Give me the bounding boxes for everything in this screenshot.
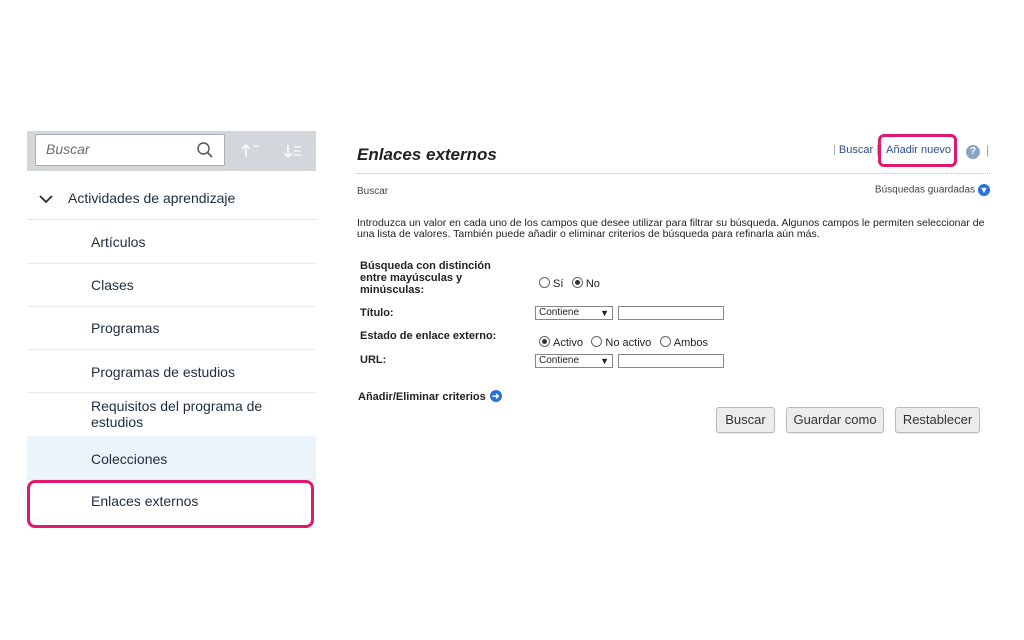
arrow-right-circle-icon[interactable]: ➜ xyxy=(489,390,502,402)
radio-active-label: Activo xyxy=(553,337,583,349)
sort-ascending-icon[interactable] xyxy=(240,141,262,161)
url-input[interactable] xyxy=(618,354,724,368)
sidebar-toolbar xyxy=(27,131,316,171)
page-title: Enlaces externos xyxy=(357,145,497,164)
sidebar-item-label: Colecciones xyxy=(91,451,168,467)
add-remove-criteria-link[interactable]: Añadir/Eliminar criterios ➜ xyxy=(358,390,502,403)
sidebar-item-label: Programas de estudios xyxy=(91,364,235,380)
chevron-down-icon[interactable] xyxy=(39,192,53,206)
save-as-button[interactable]: Guardar como xyxy=(786,407,884,433)
radio-yes[interactable] xyxy=(539,277,550,288)
saved-searches-label: Búsquedas guardadas xyxy=(874,184,975,196)
search-icon[interactable] xyxy=(196,141,214,159)
reset-button[interactable]: Restablecer xyxy=(895,407,980,433)
status-options: Activo No activo Ambos xyxy=(539,333,712,351)
search-button[interactable]: Buscar xyxy=(716,407,775,433)
section-label: Buscar xyxy=(357,186,389,197)
case-sensitive-label: Búsqueda con distinción entre mayúsculas… xyxy=(360,260,491,296)
sidebar-item-articles[interactable]: Artículos xyxy=(27,220,316,264)
sidebar-item-curricula[interactable]: Programas de estudios xyxy=(27,349,316,393)
radio-inactive-label: No activo xyxy=(605,337,652,349)
radio-yes-label: Sí xyxy=(553,278,564,290)
sidebar-item-classes[interactable]: Clases xyxy=(27,263,316,307)
chevron-down-icon: ▼ xyxy=(600,356,609,366)
title-input[interactable] xyxy=(618,306,724,320)
sidebar-item-programs[interactable]: Programas xyxy=(27,306,316,350)
separator: | xyxy=(986,143,990,157)
separator: | xyxy=(833,144,836,156)
radio-no-label: No xyxy=(585,278,600,290)
sort-descending-icon[interactable] xyxy=(282,141,304,161)
sidebar-item-collections[interactable]: Colecciones xyxy=(27,436,316,480)
radio-both[interactable] xyxy=(659,336,671,347)
title-operator-value: Contiene xyxy=(539,307,580,318)
title-divider xyxy=(357,173,990,174)
sidebar: Actividades de aprendizaje Artículos Cla… xyxy=(27,131,316,526)
url-operator-select[interactable]: Contiene ▼ xyxy=(535,354,613,368)
arrow-down-circle-icon[interactable]: ▼ xyxy=(978,184,990,196)
saved-searches-link[interactable]: Búsquedas guardadas ▼ xyxy=(875,184,990,196)
radio-inactive[interactable] xyxy=(591,336,603,347)
radio-no[interactable] xyxy=(571,277,583,288)
title-operator-select[interactable]: Contiene ▼ xyxy=(535,306,613,320)
help-icon[interactable]: ? xyxy=(966,145,980,159)
url-operator-value: Contiene xyxy=(539,355,580,366)
status-label: Estado de enlace externo: xyxy=(360,330,497,342)
case-sensitive-options: Sí No xyxy=(539,274,604,292)
highlight-add-new xyxy=(878,134,957,167)
radio-active[interactable] xyxy=(539,336,550,347)
intro-text: Introduzca un valor en cada uno de los c… xyxy=(357,217,985,240)
radio-both-label: Ambos xyxy=(673,337,708,349)
chevron-down-icon: ▼ xyxy=(600,308,609,318)
url-label: URL: xyxy=(360,354,387,366)
sidebar-item-label: Artículos xyxy=(91,234,146,250)
tree-node-label: Actividades de aprendizaje xyxy=(68,190,236,206)
sidebar-item-curriculum-requirements[interactable]: Requisitos del programa de estudios xyxy=(27,392,316,437)
tree-node-learning-activities[interactable]: Actividades de aprendizaje xyxy=(27,179,316,220)
search-link[interactable]: Buscar xyxy=(839,144,873,156)
search-input[interactable] xyxy=(46,141,186,157)
highlight-external-links xyxy=(27,480,314,528)
sidebar-search[interactable] xyxy=(35,134,225,166)
sidebar-item-label: Requisitos del programa de estudios xyxy=(91,398,263,430)
add-remove-criteria-label: Añadir/Eliminar criterios xyxy=(358,391,486,403)
title-label: Título: xyxy=(360,307,394,319)
sidebar-item-label: Clases xyxy=(91,277,134,293)
sidebar-item-label: Programas xyxy=(91,320,160,336)
